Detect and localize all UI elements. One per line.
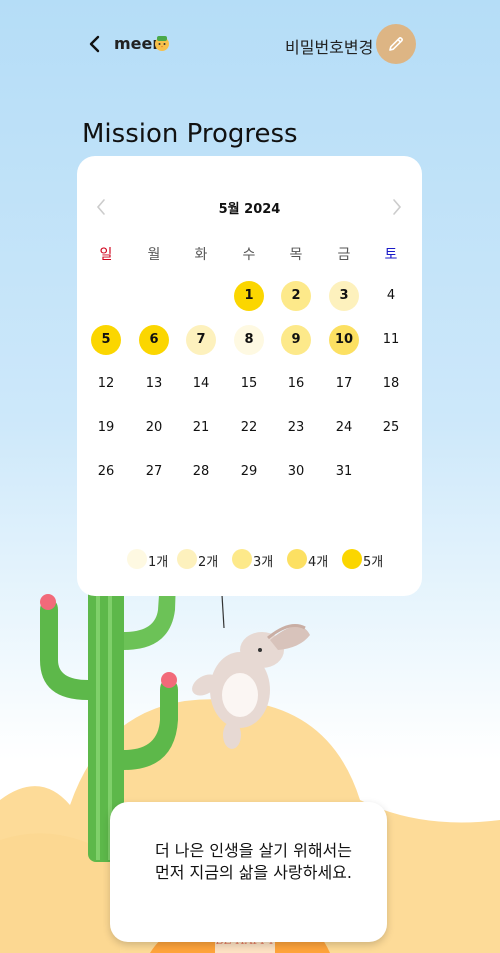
back-button[interactable]	[84, 32, 108, 56]
calendar-month-label: 5월 2024	[218, 202, 281, 217]
quote-text: 더 나은 인생을 살기 위해서는 먼저 지금의 삶을 사랑하세요.	[155, 841, 352, 882]
chick-avatar-icon	[155, 36, 169, 51]
weekday-label: 일	[99, 247, 113, 263]
legend-swatch	[177, 549, 197, 569]
edit-button[interactable]	[376, 24, 416, 64]
calendar-day[interactable]: 29	[234, 457, 264, 487]
calendar-day[interactable]: 19	[91, 413, 121, 443]
calendar-day[interactable]: 30	[281, 457, 311, 487]
legend-label: 3개	[253, 555, 274, 570]
quote-card: 더 나은 인생을 살기 위해서는 먼저 지금의 삶을 사랑하세요.	[110, 802, 387, 942]
chevron-left-icon	[89, 35, 100, 53]
calendar-day[interactable]: 20	[139, 413, 169, 443]
calendar-day[interactable]: 18	[376, 369, 406, 399]
calendar-day[interactable]: 7	[186, 325, 216, 355]
weekday-label: 화	[194, 247, 208, 263]
calendar-day[interactable]: 25	[376, 413, 406, 443]
calendar-day[interactable]: 4	[376, 281, 406, 311]
legend-swatch	[127, 549, 147, 569]
calendar-day[interactable]: 15	[234, 369, 264, 399]
calendar-day[interactable]: 13	[139, 369, 169, 399]
calendar-day[interactable]: 11	[376, 325, 406, 355]
calendar-day[interactable]: 8	[234, 325, 264, 355]
weekday-label: 목	[289, 247, 303, 263]
weekday-label: 토	[384, 247, 398, 263]
calendar-day[interactable]: 24	[329, 413, 359, 443]
weekday-label: 월	[147, 247, 161, 263]
chevron-right-icon	[393, 199, 402, 215]
legend-swatch	[232, 549, 252, 569]
calendar-day[interactable]: 16	[281, 369, 311, 399]
calendar-day[interactable]: 28	[186, 457, 216, 487]
weekday-label: 수	[242, 247, 256, 263]
next-month-button[interactable]	[387, 196, 407, 218]
legend-swatch	[287, 549, 307, 569]
mission-calendar: 5월 2024 일 월 화 수 목 금 토 1 2 3 4 5 6 7 8 9 10 11 12 13 14 15 16 17…	[77, 156, 422, 596]
weekday-label: 금	[337, 247, 351, 263]
calendar-day[interactable]: 5	[91, 325, 121, 355]
legend-label: 4개	[308, 555, 329, 570]
calendar-day[interactable]: 6	[139, 325, 169, 355]
legend-swatch	[342, 549, 362, 569]
calendar-day[interactable]: 27	[139, 457, 169, 487]
mission-progress-screen: BE HAPPY meer 비밀번호변경 Mission Progress	[0, 0, 500, 953]
pencil-icon	[389, 37, 403, 51]
calendar-day[interactable]: 3	[329, 281, 359, 311]
calendar-day[interactable]: 31	[329, 457, 359, 487]
top-bar: meer 비밀번호변경	[0, 0, 500, 90]
legend-label: 2개	[198, 555, 219, 570]
page-title: Mission Progress	[82, 119, 298, 150]
calendar-day[interactable]: 26	[91, 457, 121, 487]
calendar-day[interactable]: 17	[329, 369, 359, 399]
calendar-day[interactable]: 22	[234, 413, 264, 443]
calendar-day[interactable]: 21	[186, 413, 216, 443]
calendar-day[interactable]: 14	[186, 369, 216, 399]
calendar-day[interactable]: 9	[281, 325, 311, 355]
calendar-day[interactable]: 1	[234, 281, 264, 311]
calendar-day[interactable]: 2	[281, 281, 311, 311]
change-password-link[interactable]: 비밀번호변경	[285, 34, 373, 58]
calendar-day[interactable]: 10	[329, 325, 359, 355]
legend-label: 5개	[363, 555, 384, 570]
legend-label: 1개	[148, 555, 169, 570]
calendar-day[interactable]: 12	[91, 369, 121, 399]
calendar-day[interactable]: 23	[281, 413, 311, 443]
